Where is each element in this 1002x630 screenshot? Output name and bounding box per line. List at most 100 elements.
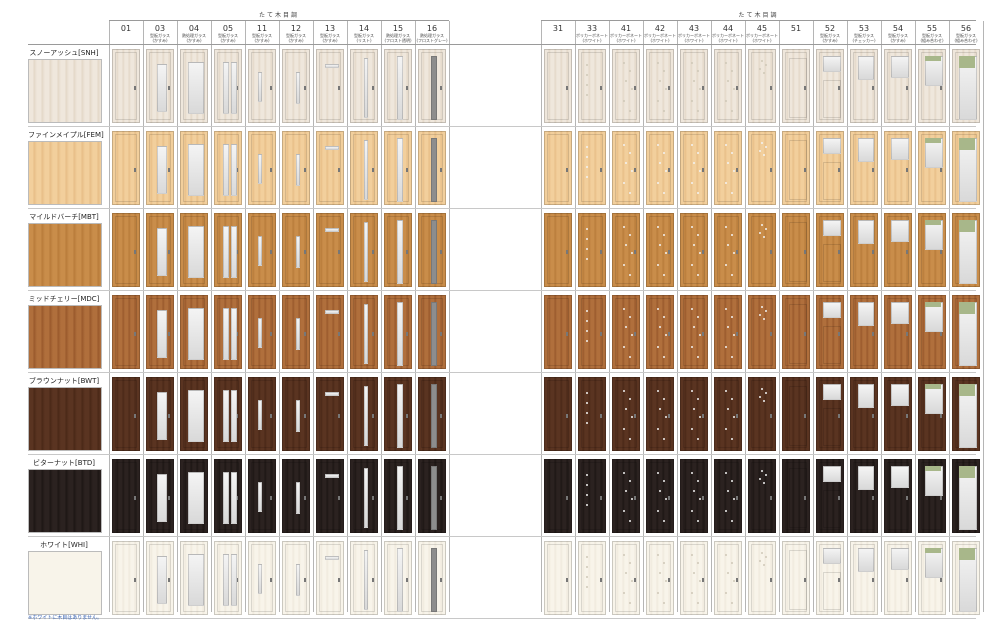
door-decor-dot: [697, 356, 699, 358]
finish-name: スノーアッシュ[SNH]: [29, 49, 99, 57]
column-divider: [847, 21, 848, 612]
finish-name: ブラウンナット[BWT]: [28, 377, 100, 385]
column-divider: [449, 21, 450, 612]
footnote: ※ホワイトに木目はありません。: [28, 615, 103, 621]
door-decor-dot: [659, 490, 661, 492]
door-decor-dot: [625, 326, 627, 328]
door-illustration: [612, 459, 640, 533]
door-handle: [940, 332, 942, 336]
door-decor-dot: [699, 416, 701, 418]
door-illustration: [282, 49, 310, 123]
door-glass-pane: [231, 308, 237, 360]
door-illustration: [248, 459, 276, 533]
door-stained-accent: [925, 56, 941, 61]
door-decor-dot: [663, 398, 665, 400]
door-decor-dot: [586, 566, 588, 568]
door-decor-dot: [623, 510, 625, 512]
door-illustration: [850, 459, 878, 533]
door-decor-dot: [691, 554, 693, 556]
door-decor-dot: [731, 316, 733, 318]
door-illustration: [350, 295, 378, 369]
door-handle: [736, 496, 738, 500]
door-handle: [634, 414, 636, 418]
group-header-rule: [541, 20, 976, 21]
door-handle: [270, 86, 272, 90]
door-illustration: [646, 131, 674, 205]
column-divider: [881, 21, 882, 612]
door-decor-dot: [586, 494, 588, 496]
door-illustration: [748, 131, 776, 205]
door-decor-dot: [761, 470, 763, 472]
door-handle: [906, 168, 908, 172]
door-decor-dot: [586, 248, 588, 250]
door-glass-pane: [858, 302, 874, 326]
finish-swatch: [28, 141, 102, 205]
door-glass-pane: [231, 226, 237, 278]
door-glass-pane: [188, 554, 204, 606]
door-glass-pane: [258, 154, 262, 184]
door-illustration: [146, 541, 174, 615]
door-stained-accent: [959, 548, 975, 560]
door-decor-dot: [629, 234, 631, 236]
door-decor-dot: [759, 560, 761, 562]
door-decor-dot: [663, 152, 665, 154]
door-illustration: [952, 541, 980, 615]
door-decor-dot: [759, 232, 761, 234]
door-glass-pane: [231, 472, 237, 524]
door-decor-dot: [586, 392, 588, 394]
column-divider: [915, 21, 916, 612]
door-decor-dot: [657, 62, 659, 64]
door-illustration: [612, 295, 640, 369]
door-decor-dot: [663, 562, 665, 564]
door-illustration: [680, 213, 708, 287]
door-illustration: [748, 377, 776, 451]
door-decor-dot: [763, 154, 765, 156]
door-stained-accent: [925, 548, 941, 553]
door-illustration: [714, 131, 742, 205]
door-glass-pane: [325, 146, 339, 150]
door-illustration: [282, 459, 310, 533]
door-handle: [770, 168, 772, 172]
door-decor-dot: [731, 70, 733, 72]
door-handle: [134, 496, 136, 500]
door-illustration: [214, 377, 242, 451]
door-illustration: [384, 131, 412, 205]
door-decor-dot: [693, 572, 695, 574]
door-glass-pane: [397, 56, 403, 120]
column-glass-desc: ポリカーボネート (ホワイト): [712, 33, 744, 43]
door-decor-dot: [697, 562, 699, 564]
door-glass-pane: [823, 384, 841, 400]
door-decor-dot: [725, 226, 727, 228]
door-glass-pane: [258, 564, 262, 594]
door-glass-pane: [258, 72, 262, 102]
door-decor-dot: [586, 556, 588, 558]
door-handle: [304, 250, 306, 254]
door-decor-dot: [733, 252, 735, 254]
column-number: 44: [722, 24, 734, 33]
door-handle: [168, 168, 170, 172]
door-illustration: [782, 377, 810, 451]
door-decor-dot: [586, 586, 588, 588]
door-handle: [906, 86, 908, 90]
door-illustration: [850, 295, 878, 369]
door-glass-pane: [157, 64, 167, 112]
door-handle: [600, 578, 602, 582]
door-illustration: [384, 49, 412, 123]
door-illustration: [748, 213, 776, 287]
door-handle: [736, 578, 738, 582]
row-divider: [28, 126, 976, 127]
finish-name: ミッドチェリー[MDC]: [28, 295, 100, 303]
door-decor-dot: [699, 88, 701, 90]
door-handle: [270, 332, 272, 336]
door-illustration: [850, 49, 878, 123]
door-glass-pane: [157, 228, 167, 276]
row-divider: [28, 208, 976, 209]
column-glass-desc: 型板ガラス (かすみ): [252, 33, 272, 43]
door-glass-pane: [258, 236, 262, 266]
door-glass-pane: [431, 384, 437, 448]
door-decor-dot: [659, 326, 661, 328]
door-handle: [600, 250, 602, 254]
door-handle: [940, 250, 942, 254]
door-decor-dot: [761, 388, 763, 390]
door-decor-dot: [733, 334, 735, 336]
